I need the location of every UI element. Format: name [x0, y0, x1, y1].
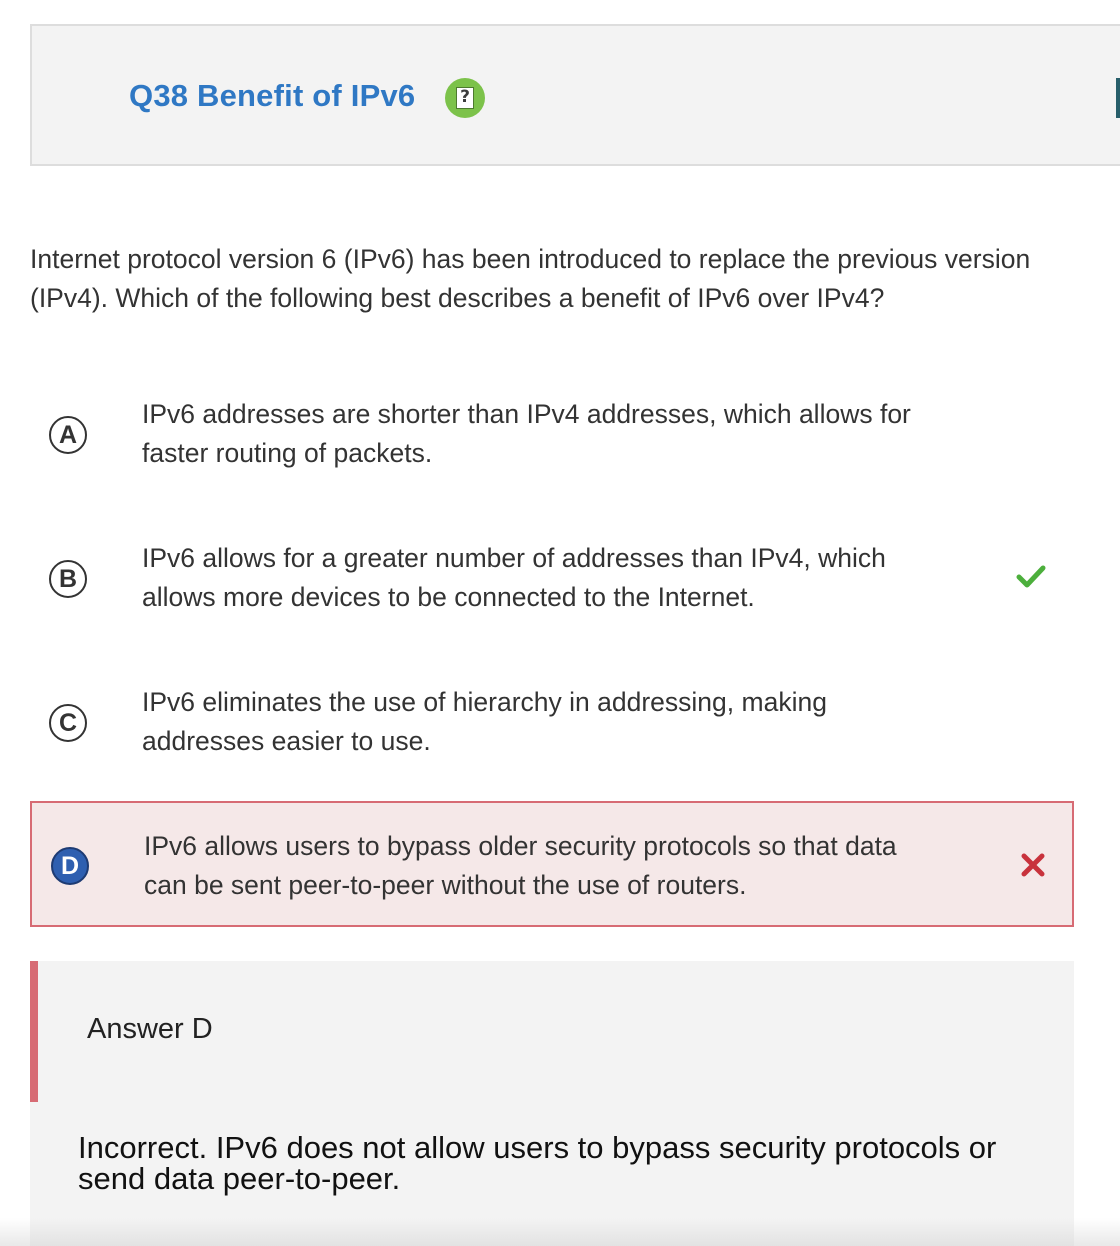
option-text-a: IPv6 addresses are shorter than IPv4 add…	[142, 399, 911, 468]
option-letter-c[interactable]: C	[49, 704, 87, 742]
answer-status-bar	[30, 961, 38, 1102]
answer-explanation: Incorrect. IPv6 does not allow users to …	[78, 1130, 997, 1196]
answer-label: Answer D	[87, 1013, 213, 1045]
quiz-page: Q38 Benefit of IPv6 ? Internet protocol …	[0, 0, 1120, 1246]
checkmark-icon	[1016, 565, 1046, 588]
option-c[interactable]: C IPv6 eliminates the use of hierarchy i…	[30, 660, 1074, 786]
option-d[interactable]: D IPv6 allows users to bypass older secu…	[30, 801, 1074, 927]
option-letter-d[interactable]: D	[51, 847, 89, 885]
answer-panel: Answer D Incorrect. IPv6 does not allow …	[30, 961, 1074, 1246]
header-accent-bar	[1116, 78, 1120, 118]
option-text-c: IPv6 eliminates the use of hierarchy in …	[142, 687, 827, 756]
option-text-d: IPv6 allows users to bypass older securi…	[144, 831, 897, 900]
question-help-icon[interactable]: ?	[445, 78, 485, 118]
question-text: Internet protocol version 6 (IPv6) has b…	[30, 244, 1031, 313]
option-text-b: IPv6 allows for a greater number of addr…	[142, 543, 886, 612]
bottom-fade	[0, 1218, 1120, 1246]
help-glyph: ?	[456, 87, 474, 109]
option-letter-a[interactable]: A	[49, 416, 87, 454]
option-b[interactable]: B IPv6 allows for a greater number of ad…	[30, 516, 1074, 642]
cross-icon	[1021, 853, 1045, 877]
option-a[interactable]: A IPv6 addresses are shorter than IPv4 a…	[30, 372, 1074, 498]
option-letter-b[interactable]: B	[49, 560, 87, 598]
question-title: Q38 Benefit of IPv6	[129, 78, 416, 113]
question-header: Q38 Benefit of IPv6 ?	[30, 24, 1120, 166]
